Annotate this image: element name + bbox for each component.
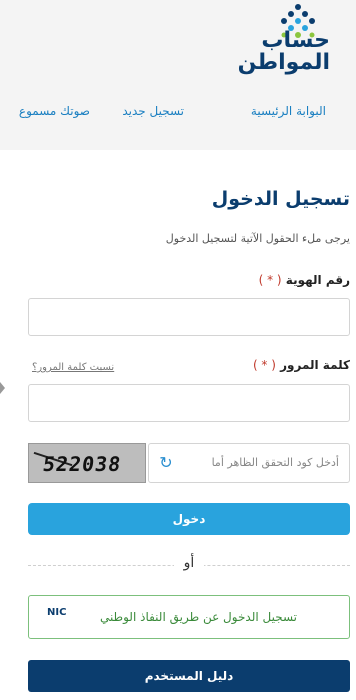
id-label: رقم الهوية ( * ): [259, 273, 350, 287]
top-nav: البوابة الرئيسية تسجيل جديد صوتك مسموع: [0, 104, 356, 124]
captcha-placeholder: أدخل كود التحقق الظاهر أما: [211, 456, 339, 469]
captcha-input[interactable]: ↻ أدخل كود التحقق الظاهر أما: [148, 443, 350, 483]
nav-home-link[interactable]: البوابة الرئيسية: [251, 104, 326, 118]
side-arrow-icon: [0, 382, 5, 394]
refresh-icon[interactable]: ↻: [157, 454, 175, 472]
password-label: كلمة المرور ( * ): [253, 358, 350, 372]
required-mark: ( * ): [252, 358, 276, 372]
login-button[interactable]: دخول: [28, 503, 350, 535]
id-label-text: رقم الهوية: [285, 273, 350, 287]
nav-voice-link[interactable]: صوتك مسموع: [19, 104, 90, 118]
login-subtitle: يرجى ملء الحقول الآتية لتسجيل الدخول: [165, 232, 350, 245]
nav-register-link[interactable]: تسجيل جديد: [122, 104, 184, 118]
nic-logo: NIC: [37, 607, 67, 629]
forgot-password-link[interactable]: نسيت كلمة المرور؟: [32, 362, 114, 373]
page-title: تسجيل الدخول: [211, 188, 350, 210]
logo-line1: حساب: [261, 28, 330, 53]
password-label-text: كلمة المرور: [280, 358, 350, 372]
header: حساب المواطن البوابة الرئيسية تسجيل جديد…: [0, 0, 356, 150]
captcha-code: 522038: [41, 452, 123, 476]
nic-login-button[interactable]: NIC تسجيل الدخول عن طريق النفاذ الوطني: [28, 595, 350, 639]
logo[interactable]: حساب المواطن: [186, 2, 336, 80]
captcha-image: 522038: [28, 443, 146, 483]
logo-line2: المواطن: [237, 50, 330, 75]
password-input[interactable]: [28, 384, 350, 422]
user-guide-button[interactable]: دليل المستخدم: [28, 660, 350, 692]
id-number-input[interactable]: [28, 298, 350, 336]
required-mark: ( * ): [258, 273, 282, 287]
nic-logo-text: NIC: [47, 607, 67, 618]
captcha-row: 522038 ↻ أدخل كود التحقق الظاهر أما: [28, 443, 350, 483]
nic-login-label: تسجيل الدخول عن طريق النفاذ الوطني: [99, 610, 297, 624]
or-separator: أو: [174, 555, 204, 571]
